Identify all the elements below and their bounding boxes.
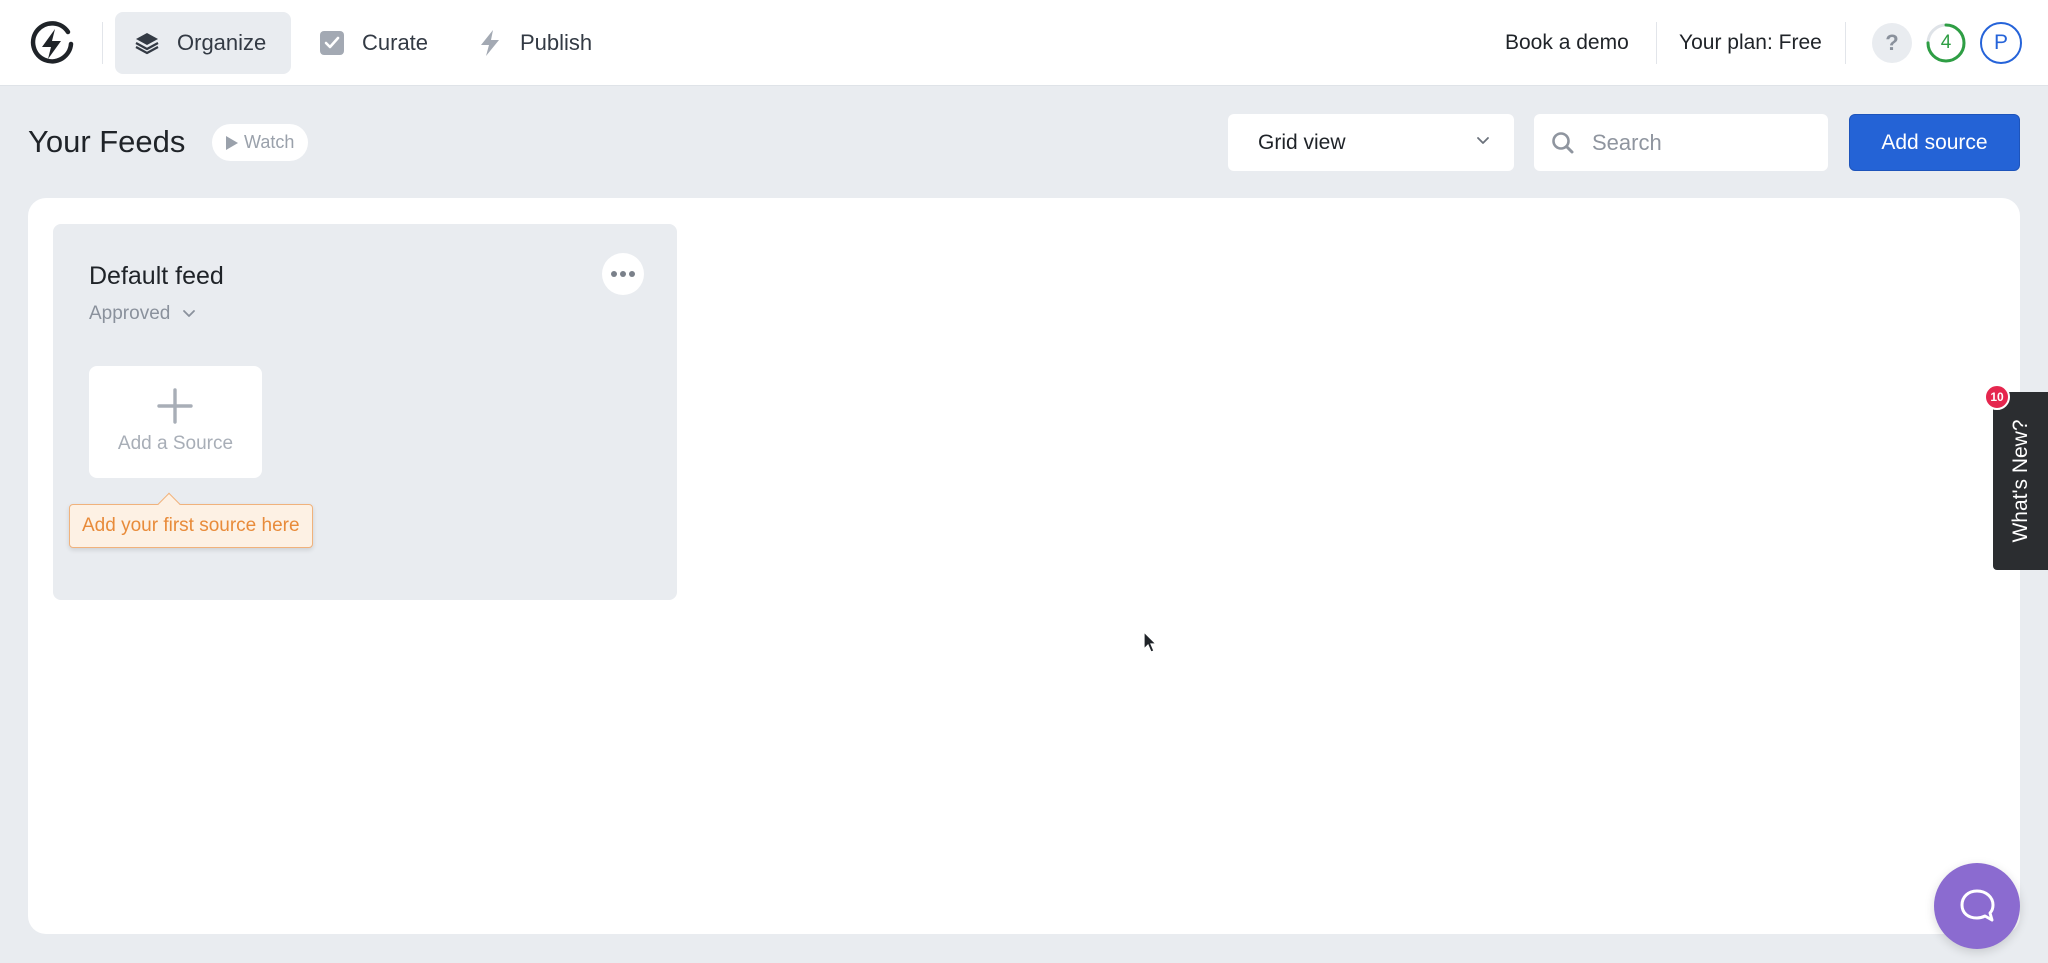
avatar[interactable]: P	[1980, 22, 2022, 64]
search-icon	[1552, 132, 1574, 154]
divider	[1656, 22, 1657, 64]
nav-tab-organize-label: Organize	[177, 30, 267, 55]
feed-status-label: Approved	[89, 303, 171, 324]
chat-bubble-icon	[1960, 889, 1995, 922]
page-title: Your Feeds	[28, 124, 186, 159]
feed-status-dropdown[interactable]: Approved	[89, 303, 196, 325]
onboarding-tooltip: Add your first source here	[69, 492, 313, 548]
nav-tab-publish[interactable]: Publish	[458, 12, 614, 74]
feed-title[interactable]: Default feed	[89, 262, 224, 291]
mouse-cursor-icon	[1143, 631, 1158, 653]
chat-launcher-button[interactable]	[1934, 863, 2020, 949]
more-horizontal-icon	[611, 271, 635, 277]
add-source-button[interactable]: Add source	[1849, 114, 2020, 171]
plan-link[interactable]: Your plan: Free	[1679, 0, 1822, 86]
plus-icon	[157, 388, 193, 424]
search-input[interactable]	[1592, 129, 1812, 156]
feed-card: Default feed Approved Add a Source Add y…	[53, 224, 677, 600]
progress-count: 4	[1940, 32, 1952, 53]
help-button[interactable]: ?	[1872, 23, 1912, 63]
logo-icon[interactable]	[28, 20, 76, 68]
chevron-down-icon	[1477, 137, 1489, 144]
notification-badge: 10	[1984, 384, 2010, 410]
nav-tab-curate[interactable]: Curate	[300, 12, 450, 74]
chevron-down-icon	[183, 310, 196, 317]
whats-new-label: What's New?	[2008, 419, 2032, 543]
watch-button[interactable]: Watch	[212, 124, 309, 161]
checkbox-icon	[316, 27, 348, 59]
tooltip-text: Add your first source here	[82, 515, 300, 536]
lightning-icon	[474, 27, 506, 59]
onboarding-progress[interactable]: 4	[1925, 22, 1967, 64]
book-demo-link[interactable]: Book a demo	[1505, 0, 1629, 86]
view-select-value: Grid view	[1258, 130, 1346, 154]
watch-label: Watch	[244, 132, 295, 152]
nav-tab-organize[interactable]: Organize	[115, 12, 291, 74]
tooltip-arrow	[157, 492, 181, 516]
feeds-panel: Default feed Approved Add a Source Add y…	[28, 198, 2020, 934]
view-select[interactable]: Grid view	[1228, 114, 1514, 171]
feed-more-button[interactable]	[602, 253, 644, 295]
add-source-tile-label: Add a Source	[117, 433, 234, 454]
layers-icon	[131, 27, 163, 59]
nav-tab-curate-label: Curate	[362, 30, 429, 55]
add-source-tile[interactable]: Add a Source	[89, 366, 262, 478]
logo-divider	[102, 22, 103, 64]
play-icon	[226, 135, 238, 150]
divider	[1845, 22, 1846, 64]
whats-new-tab[interactable]: What's New?	[1993, 392, 2048, 570]
top-navigation-bar: Organize Curate Publish Book a demo Your…	[0, 0, 2048, 86]
search-box[interactable]	[1534, 114, 1828, 171]
nav-tab-publish-label: Publish	[520, 30, 593, 55]
